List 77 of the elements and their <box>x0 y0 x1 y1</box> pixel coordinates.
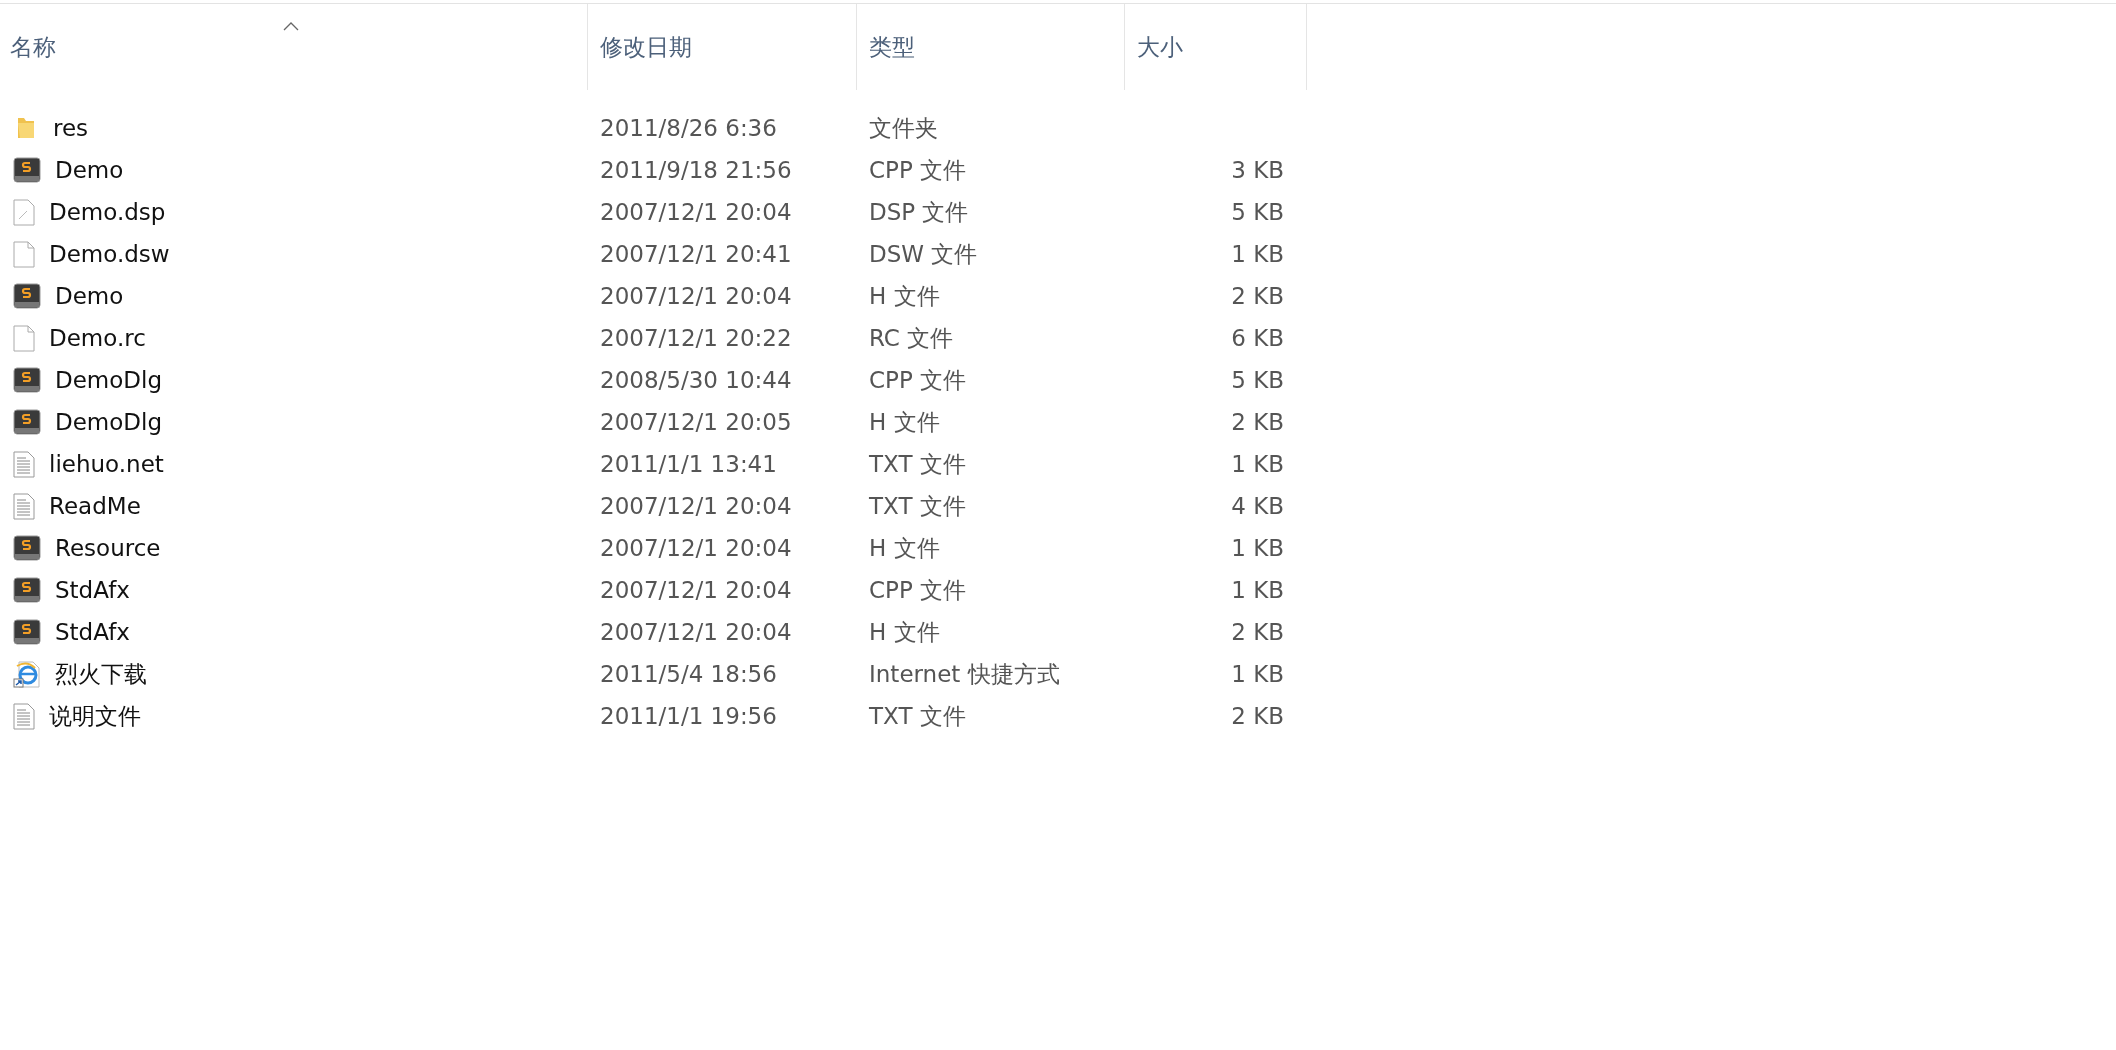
code-file-icon <box>13 535 41 561</box>
file-name[interactable]: 烈火下载 <box>55 658 147 690</box>
file-name[interactable]: Resource <box>55 535 161 561</box>
file-size: 6 KB <box>1231 325 1284 351</box>
file-type: CPP 文件 <box>869 155 967 185</box>
file-name[interactable]: DemoDlg <box>55 367 163 393</box>
column-header[interactable]: 大小 <box>1125 32 1183 63</box>
file-type: H 文件 <box>869 407 940 437</box>
column-header[interactable]: 类型 <box>857 32 915 63</box>
file-type: Internet 快捷方式 <box>869 659 1060 689</box>
file-size: 1 KB <box>1231 661 1284 687</box>
modified-date: 2011/8/26 6:36 <box>600 115 777 141</box>
file-size: 1 KB <box>1231 241 1284 267</box>
file-size: 2 KB <box>1231 703 1284 729</box>
file-size: 5 KB <box>1231 367 1284 393</box>
modified-date: 2011/1/1 13:41 <box>600 451 777 477</box>
code-file-icon <box>13 157 41 183</box>
code-file-icon <box>13 409 41 435</box>
file-size: 3 KB <box>1231 157 1284 183</box>
file-name[interactable]: 说明文件 <box>49 700 141 732</box>
file-type: 文件夹 <box>869 113 938 143</box>
modified-date: 2007/12/1 20:04 <box>600 283 792 309</box>
modified-date: 2008/5/30 10:44 <box>600 367 792 393</box>
file-name[interactable]: res <box>53 115 89 141</box>
modified-date: 2007/12/1 20:22 <box>600 325 792 351</box>
document-icon <box>13 198 35 226</box>
file-size: 1 KB <box>1231 451 1284 477</box>
code-file-icon <box>13 367 41 393</box>
modified-date: 2011/1/1 19:56 <box>600 703 777 729</box>
text-file-icon <box>13 492 35 520</box>
code-file-icon <box>13 619 41 645</box>
file-type: CPP 文件 <box>869 365 967 395</box>
modified-date: 2011/9/18 21:56 <box>600 157 792 183</box>
column-header[interactable]: 名称 <box>0 32 56 63</box>
file-size: 1 KB <box>1231 577 1284 603</box>
text-file-icon <box>13 702 35 730</box>
file-name[interactable]: Demo <box>55 157 124 183</box>
file-name[interactable]: Demo.dsw <box>49 241 170 267</box>
file-size: 1 KB <box>1231 535 1284 561</box>
file-size: 4 KB <box>1231 493 1284 519</box>
file-name[interactable]: StdAfx <box>55 577 130 603</box>
file-size: 2 KB <box>1231 409 1284 435</box>
file-size: 2 KB <box>1231 283 1284 309</box>
code-file-icon <box>13 577 41 603</box>
file-size: 5 KB <box>1231 199 1284 225</box>
modified-date: 2007/12/1 20:04 <box>600 199 792 225</box>
file-type: TXT 文件 <box>869 449 966 479</box>
file-type: H 文件 <box>869 281 940 311</box>
modified-date: 2011/5/4 18:56 <box>600 661 777 687</box>
blank-file-icon <box>13 324 35 352</box>
file-name[interactable]: Demo <box>55 283 124 309</box>
file-type: H 文件 <box>869 533 940 563</box>
file-type: DSW 文件 <box>869 239 978 269</box>
file-type: CPP 文件 <box>869 575 967 605</box>
file-type: TXT 文件 <box>869 701 966 731</box>
file-type: RC 文件 <box>869 323 954 353</box>
file-name[interactable]: StdAfx <box>55 619 130 645</box>
blank-file-icon <box>13 240 35 268</box>
code-file-icon <box>13 283 41 309</box>
file-name[interactable]: ReadMe <box>49 493 141 519</box>
column-header[interactable]: 修改日期 <box>588 32 692 63</box>
file-name[interactable]: DemoDlg <box>55 409 163 435</box>
file-size: 2 KB <box>1231 619 1284 645</box>
file-name[interactable]: liehuo.net <box>49 451 164 477</box>
file-type: H 文件 <box>869 617 940 647</box>
file-name[interactable]: Demo.rc <box>49 325 146 351</box>
modified-date: 2007/12/1 20:41 <box>600 241 792 267</box>
modified-date: 2007/12/1 20:05 <box>600 409 792 435</box>
file-name[interactable]: Demo.dsp <box>49 199 166 225</box>
modified-date: 2007/12/1 20:04 <box>600 577 792 603</box>
web-shortcut-icon <box>13 660 41 688</box>
modified-date: 2007/12/1 20:04 <box>600 535 792 561</box>
modified-date: 2007/12/1 20:04 <box>600 619 792 645</box>
modified-date: 2007/12/1 20:04 <box>600 493 792 519</box>
text-file-icon <box>13 450 35 478</box>
file-type: TXT 文件 <box>869 491 966 521</box>
file-type: DSP 文件 <box>869 197 969 227</box>
